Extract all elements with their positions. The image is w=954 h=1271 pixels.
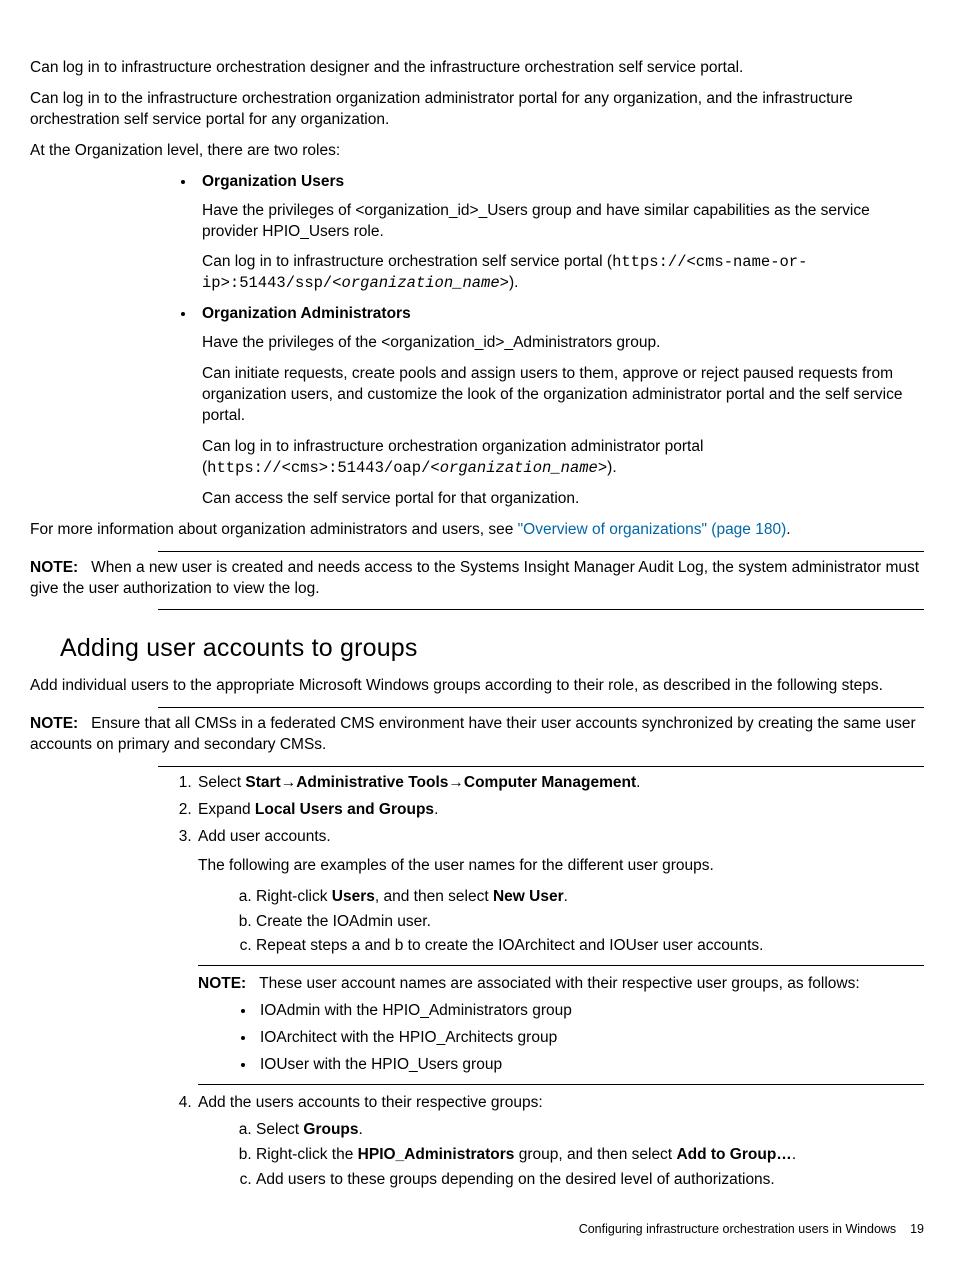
footer-text: Configuring infrastructure orchestration… [579,1222,897,1236]
code-text: <organization_name> [430,459,607,477]
divider [198,1084,924,1085]
arrow-icon: → [281,774,297,791]
text: . [359,1121,363,1138]
step-item: Select Start→Administrative Tools→Comput… [196,773,924,794]
step-item: Expand Local Users and Groups. [196,800,924,821]
bold-text: Computer Management [464,774,636,791]
text: , and then select [375,888,493,905]
body-text: Have the privileges of <organization_id>… [202,201,924,243]
body-text: The following are examples of the user n… [198,856,924,877]
substep-item: Select Groups. [256,1120,924,1141]
text: . [786,521,790,538]
body-text: At the Organization level, there are two… [30,141,924,162]
step-item: Add user accounts. The following are exa… [196,827,924,1085]
text: group, and then select [514,1146,676,1163]
step-item: Add the users accounts to their respecti… [196,1093,924,1191]
section-heading: Adding user accounts to groups [60,632,924,666]
note-text: Ensure that all CMSs in a federated CMS … [30,715,916,753]
body-text: Can initiate requests, create pools and … [202,364,924,427]
note-text: These user account names are associated … [259,975,860,992]
list-item: IOAdmin with the HPIO_Administrators gro… [256,1001,924,1022]
role-list: Organization Users Have the privileges o… [196,172,924,510]
body-text: Can log in to infrastructure orchestrati… [202,437,924,479]
steps-list: Select Start→Administrative Tools→Comput… [158,773,924,1191]
bold-text: Groups [303,1121,358,1138]
bold-text: HPIO_Administrators [358,1146,515,1163]
divider [198,965,924,966]
note: NOTE: These user account names are assoc… [198,974,924,995]
body-text: Can access the self service portal for t… [202,489,924,510]
divider [158,707,924,708]
divider [158,766,924,767]
arrow-icon: → [448,774,464,791]
text: Can log in to infrastructure orchestrati… [202,253,612,270]
body-text: Can log in to the infrastructure orchest… [30,89,924,131]
bold-text: Add to Group… [676,1146,791,1163]
list-item: Organization Users Have the privileges o… [196,172,924,295]
bold-text: Start [245,774,280,791]
text: ). [607,459,616,476]
text: Add the users accounts to their respecti… [198,1094,543,1111]
body-text: Have the privileges of the <organization… [202,333,924,354]
text: Expand [198,801,255,818]
list-item: Organization Administrators Have the pri… [196,304,924,509]
page-number: 19 [910,1222,924,1236]
body-text: For more information about organization … [30,520,924,541]
bold-text: Administrative Tools [296,774,448,791]
body-text: Can log in to infrastructure orchestrati… [202,252,924,294]
list-item: IOUser with the HPIO_Users group [256,1055,924,1076]
substep-item: Add users to these groups depending on t… [256,1170,924,1191]
bold-text: Local Users and Groups [255,801,434,818]
text: Add user accounts. [198,828,331,845]
code-text: https://<cms>:51443/oap/ [207,459,430,477]
list-item-title: Organization Users [202,173,344,190]
text: Select [256,1121,303,1138]
text: ). [509,274,518,291]
text: . [434,801,438,818]
note-label: NOTE: [198,975,246,992]
divider [158,551,924,552]
text: Select [198,774,245,791]
text: . [564,888,568,905]
code-text: <organization_name> [332,274,509,292]
list-item-title: Organization Administrators [202,305,411,322]
text: . [792,1146,796,1163]
page-footer: Configuring infrastructure orchestration… [30,1221,924,1238]
note-text: When a new user is created and needs acc… [30,559,919,597]
note-bullet-list: IOAdmin with the HPIO_Administrators gro… [198,1001,924,1076]
bold-text: New User [493,888,564,905]
substep-item: Repeat steps a and b to create the IOArc… [256,936,924,957]
note: NOTE: Ensure that all CMSs in a federate… [30,714,924,756]
bold-text: Users [332,888,375,905]
note-label: NOTE: [30,715,78,732]
text: Right-click the [256,1146,358,1163]
substeps-list: Select Groups. Right-click the HPIO_Admi… [198,1120,924,1191]
note: NOTE: When a new user is created and nee… [30,558,924,600]
body-text: Can log in to infrastructure orchestrati… [30,58,924,79]
cross-ref-link[interactable]: "Overview of organizations" (page 180) [518,521,787,538]
text: For more information about organization … [30,521,518,538]
note-label: NOTE: [30,559,78,576]
text: . [636,774,640,791]
substep-item: Right-click Users, and then select New U… [256,887,924,908]
substep-item: Right-click the HPIO_Administrators grou… [256,1145,924,1166]
substeps-list: Right-click Users, and then select New U… [198,887,924,958]
body-text: Add individual users to the appropriate … [30,676,924,697]
divider [158,609,924,610]
substep-item: Create the IOAdmin user. [256,912,924,933]
text: Right-click [256,888,332,905]
list-item: IOArchitect with the HPIO_Architects gro… [256,1028,924,1049]
